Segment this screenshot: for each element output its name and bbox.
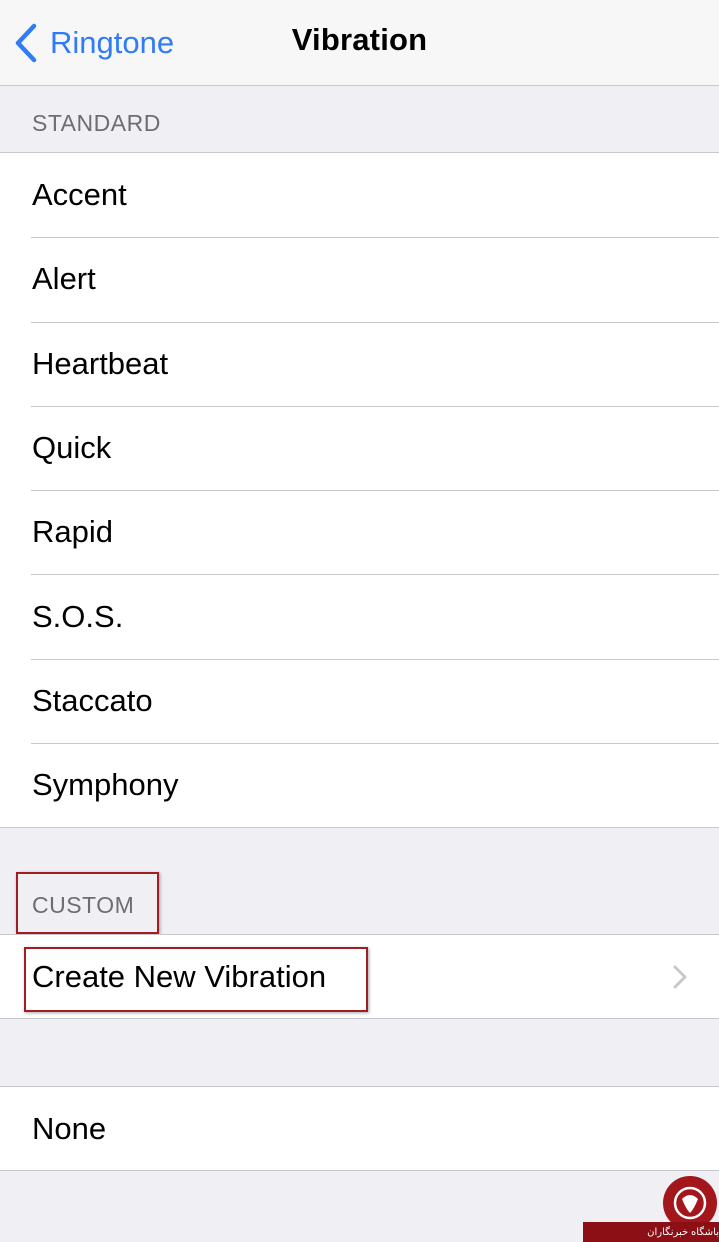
- list-item-label: S.O.S.: [32, 598, 124, 634]
- list-item-label: Rapid: [32, 514, 113, 550]
- navigation-bar: Ringtone Vibration: [0, 0, 719, 86]
- section-header-standard: STANDARD: [32, 110, 161, 136]
- list-item-label: Symphony: [32, 767, 179, 803]
- list-item-quick[interactable]: Quick: [0, 405, 719, 490]
- list-item-symphony[interactable]: Symphony: [0, 743, 719, 827]
- watermark: باشگاه خبرنگاران: [581, 1176, 719, 1242]
- list-item-none[interactable]: None: [0, 1087, 719, 1170]
- list-item-heartbeat[interactable]: Heartbeat: [0, 321, 719, 406]
- list-item-label: Alert: [32, 261, 96, 297]
- watermark-text: باشگاه خبرنگاران: [583, 1222, 719, 1242]
- standard-vibrations-list: Accent Alert Heartbeat Quick Rapid S.O.S…: [0, 152, 719, 828]
- list-item-label: Accent: [32, 177, 127, 213]
- list-item-rapid[interactable]: Rapid: [0, 490, 719, 574]
- list-item-staccato[interactable]: Staccato: [0, 658, 719, 743]
- create-new-vibration-label: Create New Vibration: [32, 958, 327, 994]
- list-item-accent[interactable]: Accent: [0, 153, 719, 237]
- list-item-label: Quick: [32, 430, 112, 466]
- list-item-sos[interactable]: S.O.S.: [0, 574, 719, 658]
- custom-vibrations-list: Create New Vibration: [0, 934, 719, 1019]
- list-item-label: Staccato: [32, 682, 153, 718]
- none-option-list: None: [0, 1086, 719, 1171]
- vibration-screen: Ringtone Vibration STANDARD Accent Alert…: [0, 0, 719, 1242]
- chevron-right-icon: [673, 965, 687, 994]
- section-header-custom: CUSTOM: [32, 892, 135, 918]
- list-item-label: Heartbeat: [32, 345, 169, 381]
- list-item-alert[interactable]: Alert: [0, 237, 719, 321]
- list-item-label: None: [32, 1110, 107, 1146]
- create-new-vibration-row[interactable]: Create New Vibration: [0, 935, 719, 1018]
- page-title: Vibration: [291, 22, 428, 57]
